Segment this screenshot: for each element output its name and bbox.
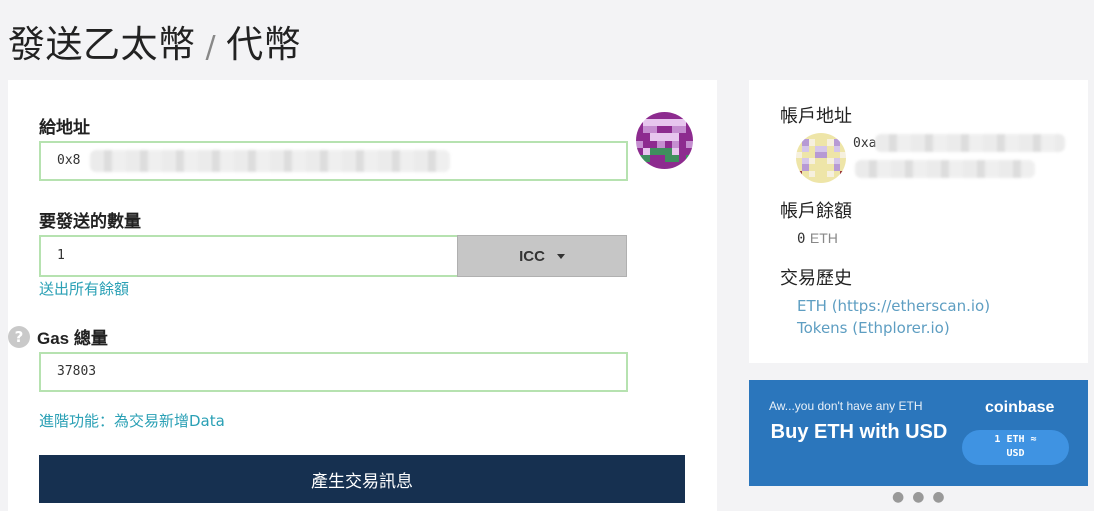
help-icon[interactable]: ? [8,326,30,348]
etherscan-history-link[interactable]: ETH (https://etherscan.io) [797,297,990,315]
amount-label: 要發送的數量 [39,212,141,232]
ethplorer-history-link[interactable]: Tokens (Ethplorer.io) [797,319,950,337]
account-address-label: 帳戶地址 [780,106,852,127]
to-address-label: 給地址 [39,118,90,138]
generate-transaction-button[interactable]: 產生交易訊息 [39,455,685,503]
token-select-dropdown[interactable]: ICC [457,235,627,277]
account-address-value: 0xa [853,136,877,151]
token-select-label: ICC [519,247,545,265]
amount-value: 1 [57,248,65,263]
ad-tagline: Aw...you don't have any ETH [769,399,923,413]
amount-input[interactable]: 1 [39,235,459,277]
eth-price-pill: 1 ETH ≈ USD [962,430,1069,465]
balance-amount: 0 [797,231,806,247]
gas-limit-value: 37803 [57,364,97,379]
gas-limit-input[interactable]: 37803 [39,352,628,392]
redacted-account-blur-line2 [855,160,1035,178]
coinbase-logo: coinbase [985,399,1055,416]
to-address-value: 0x8 [57,153,81,168]
transaction-history-label: 交易歷史 [780,268,852,289]
advanced-data-link[interactable]: 進階功能：為交易新增Data [39,410,225,431]
recipient-identicon [636,112,693,169]
coinbase-ad-banner[interactable]: Aw...you don't have any ETH Buy ETH with… [749,380,1088,486]
send-form-card: 給地址 0x8 要發送的數量 1 ICC 送出所有餘額 ? Gas 總量 378… [8,80,717,511]
redacted-account-blur-line1 [875,134,1065,152]
account-identicon [796,133,846,183]
page-title-primary: 發送乙太幣 [8,23,196,66]
gas-limit-label: Gas 總量 [37,329,108,348]
generate-transaction-label: 產生交易訊息 [311,471,413,492]
balance-unit: ETH [809,230,838,246]
account-info-card: 帳戶地址 0xa 帳戶餘額 0 ETH 交易歷史 ETH (https://et… [749,80,1088,363]
send-entire-balance-link[interactable]: 送出所有餘額 [39,278,129,299]
caret-down-icon [556,253,565,259]
eth-price-line2: USD [1006,448,1025,459]
account-balance: 0 ETH [797,230,838,247]
redacted-address-blur [90,150,450,172]
eth-price-line1: 1 ETH ≈ [994,434,1037,445]
page-title: 發送乙太幣 / 代幣 [8,14,301,68]
account-balance-label: 帳戶餘額 [780,201,852,222]
title-separator: / [205,30,217,65]
ad-headline: Buy ETH with USD [770,421,948,443]
page-title-secondary: 代幣 [226,23,302,66]
carousel-dots[interactable]: ●●● [892,489,953,505]
